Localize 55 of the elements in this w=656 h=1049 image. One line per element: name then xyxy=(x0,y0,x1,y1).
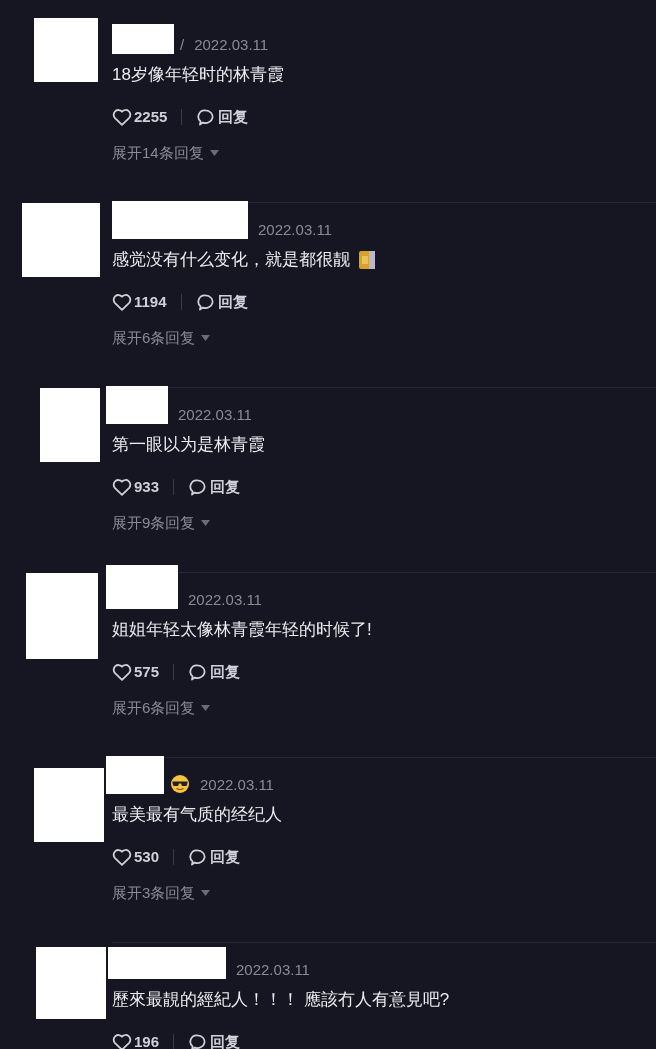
reply-button[interactable]: 回复 xyxy=(188,660,241,684)
like-button[interactable]: 1194 xyxy=(112,290,167,314)
reply-button[interactable]: 回复 xyxy=(188,475,241,499)
name-redaction xyxy=(106,756,164,794)
comment-icon[interactable] xyxy=(195,292,215,312)
heart-icon[interactable] xyxy=(112,293,132,311)
comment-date: 2022.03.11 xyxy=(200,776,274,794)
like-button[interactable]: 196 xyxy=(112,1030,160,1049)
comment-date: 2022.03.11 xyxy=(188,591,262,609)
comment-date: 2022.03.11 xyxy=(194,36,269,54)
caret-icon xyxy=(201,705,211,712)
comment-icon[interactable] xyxy=(196,107,216,127)
like-button[interactable]: 933 xyxy=(112,475,160,499)
like-button[interactable]: 575 xyxy=(112,660,160,684)
comment-text: 感觉没有什么变化，就是都很靓 xyxy=(112,249,350,271)
comment-date: 2022.03.11 xyxy=(258,221,332,239)
comment-icon[interactable] xyxy=(188,847,208,867)
name-redaction xyxy=(106,565,178,609)
caret-icon xyxy=(201,335,211,342)
comment-date: 2022.03.11 xyxy=(236,961,310,979)
reply-button[interactable]: 回复 xyxy=(195,290,248,314)
heart-icon[interactable] xyxy=(112,1033,132,1049)
comment-text: 姐姐年轻太像林青霞年轻的时候了! xyxy=(112,619,372,641)
comment-text: 18岁像年轻时的林青霞 xyxy=(112,64,284,86)
caret-icon xyxy=(201,890,211,897)
name-redaction xyxy=(112,24,174,54)
comment-icon[interactable] xyxy=(188,662,208,682)
caret-icon xyxy=(209,150,219,157)
comment-icon[interactable] xyxy=(188,1032,208,1049)
like-button[interactable]: 2255 xyxy=(112,105,168,129)
caret-icon xyxy=(201,520,211,527)
expand-replies-button[interactable]: 展开3条回复 xyxy=(112,882,211,905)
reply-button[interactable]: 回复 xyxy=(188,1030,241,1049)
name-redaction xyxy=(106,386,168,424)
expand-replies-button[interactable]: 展开14条回复 xyxy=(112,142,219,165)
like-button[interactable]: 530 xyxy=(112,845,160,869)
avatar-redaction xyxy=(34,18,98,82)
comment-text: 第一眼以为是林青霞 xyxy=(112,434,265,456)
expand-replies-button[interactable]: 展开6条回复 xyxy=(112,697,211,720)
reply-button[interactable]: 回复 xyxy=(188,845,241,869)
sticker-icon xyxy=(358,249,376,271)
expand-replies-button[interactable]: 展开9条回复 xyxy=(112,512,211,535)
expand-replies-button[interactable]: 展开6条回复 xyxy=(112,327,211,350)
heart-icon[interactable] xyxy=(112,478,132,496)
avatar-redaction xyxy=(36,947,106,1019)
heart-icon[interactable] xyxy=(112,108,132,126)
reply-button[interactable]: 回复 xyxy=(196,105,249,129)
comment-text: 歷來最靚的經紀人！！！ 應該冇人有意見吧? xyxy=(112,989,450,1011)
comment-text: 最美最有气质的经纪人 xyxy=(112,804,282,826)
name-fragment: / xyxy=(180,36,185,54)
comment-icon[interactable] xyxy=(188,477,208,497)
comment-date: 2022.03.11 xyxy=(178,406,252,424)
heart-icon[interactable] xyxy=(112,848,132,866)
heart-icon[interactable] xyxy=(112,663,132,681)
sunglasses-emoji-icon xyxy=(170,774,190,794)
